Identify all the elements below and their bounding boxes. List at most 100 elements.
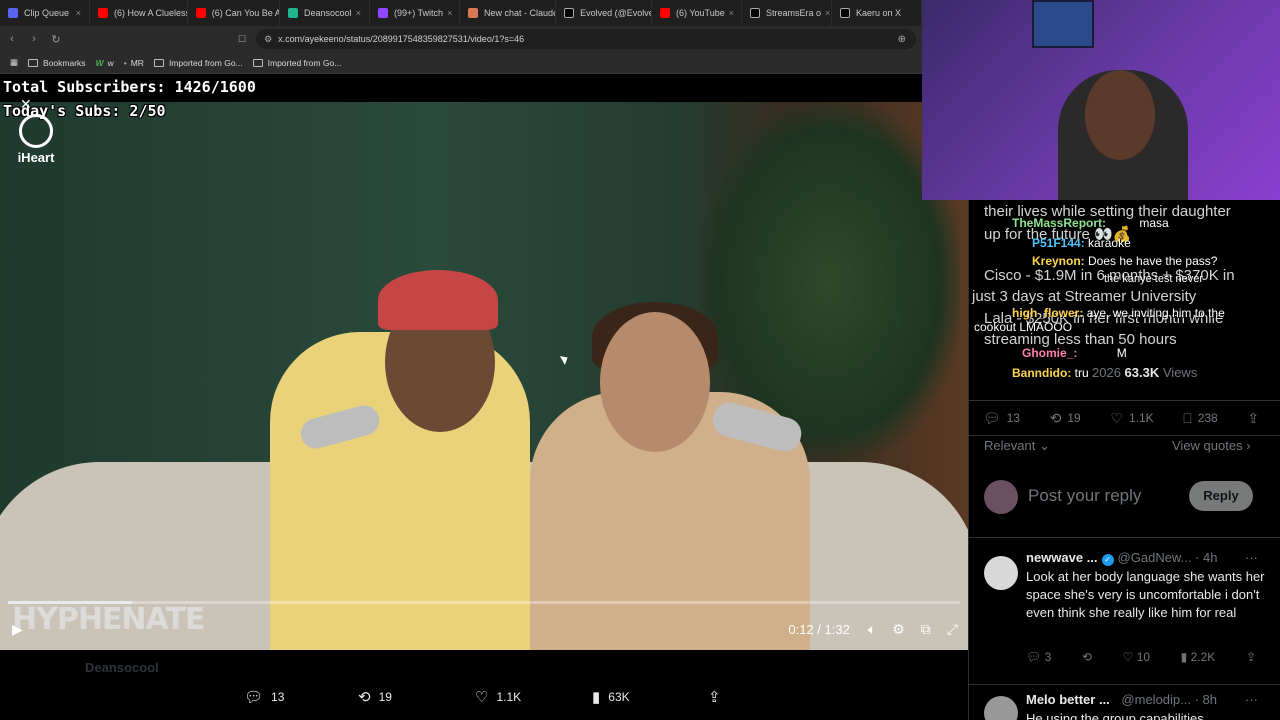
bookmark-item[interactable]: • MR [124,58,144,68]
like-count: 1.1K [496,690,522,704]
tab-favicon-icon [8,8,18,18]
reply-count: 13 [1006,411,1020,425]
share-icon: ⇪ [708,689,721,706]
reply-handle[interactable]: @GadNew... · 4h [1118,550,1218,565]
close-icon[interactable]: ✕ [20,96,32,113]
bookmark-item[interactable]: Bookmarks [28,58,86,68]
avatar[interactable] [984,480,1018,514]
total-subscribers-text: Total Subscribers: 1426/1600 [3,78,256,96]
chat-message: the kanye test never [1104,273,1203,285]
browser-tab[interactable]: StreamsEra o × [742,0,832,26]
youtube-icon [98,8,108,18]
repost-button[interactable]: ⟲ 19 [358,688,392,706]
fullscreen-icon[interactable]: ⤢ [947,621,958,638]
tab-title: New chat - Claude [483,8,557,18]
video-progress-fill [8,601,132,604]
chat-message: TheMassReport: masa [1012,216,1169,230]
tab-title: StreamsEra o [766,8,822,18]
share-button[interactable]: ⇪ [1247,410,1265,427]
volume-icon[interactable]: 🔈︎ [868,621,876,638]
repost-icon[interactable]: ⟲ [1082,650,1092,664]
repost-icon: ⟲ [358,689,371,706]
reply-item[interactable]: newwave ... ✓ @GadNew... · 4h ··· Look at … [968,550,1280,685]
chat-username: Banndido: [1012,366,1072,380]
chat-text: the kanye test never [1104,273,1204,285]
bookmark-item[interactable]: Ww [96,58,114,68]
avatar[interactable] [984,556,1018,590]
views-count: 2.2K [1190,650,1216,664]
x-icon [840,8,850,18]
close-icon[interactable]: × [725,8,734,18]
play-icon[interactable]: ▶ [12,621,23,638]
close-icon[interactable]: × [72,8,81,18]
reply-button[interactable]: 💬︎ 13 [983,410,1020,427]
views-button[interactable]: ▮ 63K [592,688,630,706]
heart-icon: ♡ [1110,409,1123,426]
reply-button[interactable]: 💬︎ 3 [1026,650,1051,664]
tweet-view-count: 63.3K [1124,365,1160,380]
video-progress-bar[interactable] [8,601,960,604]
tab-title: (99+) Twitch [393,8,444,18]
browser-tab[interactable]: Deansocool × [280,0,370,26]
views-button[interactable]: ▮ 2.2K [1181,650,1216,664]
reply-input[interactable]: Post your reply [1028,486,1141,506]
chevron-down-icon: ⌄ [1038,438,1050,453]
browser-tab[interactable]: New chat - Claude× [460,0,557,26]
view-quotes-link[interactable]: View quotes › [1172,438,1251,453]
tweet-views: 2026 63.3K Views [1092,365,1197,380]
bookmark-icon[interactable]: ☐ [238,34,246,45]
back-icon[interactable]: ‹ [2,33,22,45]
forward-icon[interactable]: › [24,33,44,45]
site-info-icon[interactable]: ⚙ [264,34,272,45]
reply-author-name[interactable]: newwave ... [1026,550,1098,565]
reply-item[interactable]: Melo better ... @melodip... · 8h ··· He … [968,692,1280,720]
bookmark-button[interactable]: ⎕ 238 [1183,410,1217,427]
more-options-icon[interactable]: ··· [1245,692,1258,707]
repost-button[interactable]: ⟲ 19 [1050,410,1081,427]
bookmark-item[interactable]: Imported from Go... [252,58,341,68]
share-button[interactable]: ⇪ [708,688,729,706]
close-icon[interactable]: × [352,8,361,18]
settings-icon[interactable]: ⚙ [892,621,905,638]
picture-in-picture-icon[interactable]: ⧉ [921,621,931,638]
bar-chart-icon: ▮ [1180,650,1188,664]
tab-title: (6) YouTube [676,8,725,18]
like-button[interactable]: ♡ 10 [1123,650,1150,664]
reply-author-name[interactable]: Melo better ... [1026,692,1110,707]
share-icon[interactable]: ⇪ [1246,650,1256,664]
reply-button[interactable]: 💬︎ 13 [244,688,284,706]
video-player[interactable]: Total Subscribers: 1426/1600 Today's Sub… [0,74,968,650]
sort-label: Relevant [984,438,1036,453]
reload-icon[interactable]: ↻ [46,33,66,46]
browser-tab[interactable]: Kaeru on X [832,0,922,26]
tab-title: Kaeru on X [856,8,902,18]
sort-dropdown[interactable]: Relevant ⌄ [984,438,1050,454]
like-button[interactable]: ♡ 1.1K [475,688,521,706]
close-icon[interactable]: × [821,8,830,18]
bookmark-item[interactable]: Imported from Go... [153,58,243,68]
x-icon [564,8,575,18]
browser-tab[interactable]: (6) Can You Be A× [188,0,280,26]
browser-tab[interactable]: (6) YouTube × [652,0,742,26]
browser-tab[interactable]: Clip Queue × [0,0,90,26]
zoom-icon[interactable]: ⊕ [898,34,906,45]
browser-tab[interactable]: (99+) Twitch × [370,0,460,26]
url-input[interactable]: ☐ ⚙ x.com/ayekeeno/status/20899175483598… [238,29,916,49]
claude-icon [467,8,478,18]
url-text: x.com/ayekeeno/status/208991754835982753… [278,34,525,44]
browser-tab[interactable]: Evolved (@Evolve× [556,0,652,26]
chat-message: Banndido: tru [1012,366,1089,380]
reply-icon: 💬︎ [982,409,1001,426]
apps-icon[interactable]: ▦ [10,57,18,68]
reply-submit-button[interactable]: Reply [1189,481,1253,511]
browser-tab[interactable]: (6) How A Clueless× [90,0,188,26]
like-button[interactable]: ♡ 1.1K [1110,410,1153,427]
close-icon[interactable]: × [443,8,452,18]
chat-username: TheMassReport: [1012,216,1107,230]
mr-icon: • [123,57,127,68]
reply-handle[interactable]: @melodip... · 8h [1121,692,1217,707]
w-icon: W [95,57,104,68]
more-options-icon[interactable]: ··· [1245,550,1258,565]
tab-title: Deansocool [303,8,352,18]
avatar[interactable] [984,696,1018,720]
